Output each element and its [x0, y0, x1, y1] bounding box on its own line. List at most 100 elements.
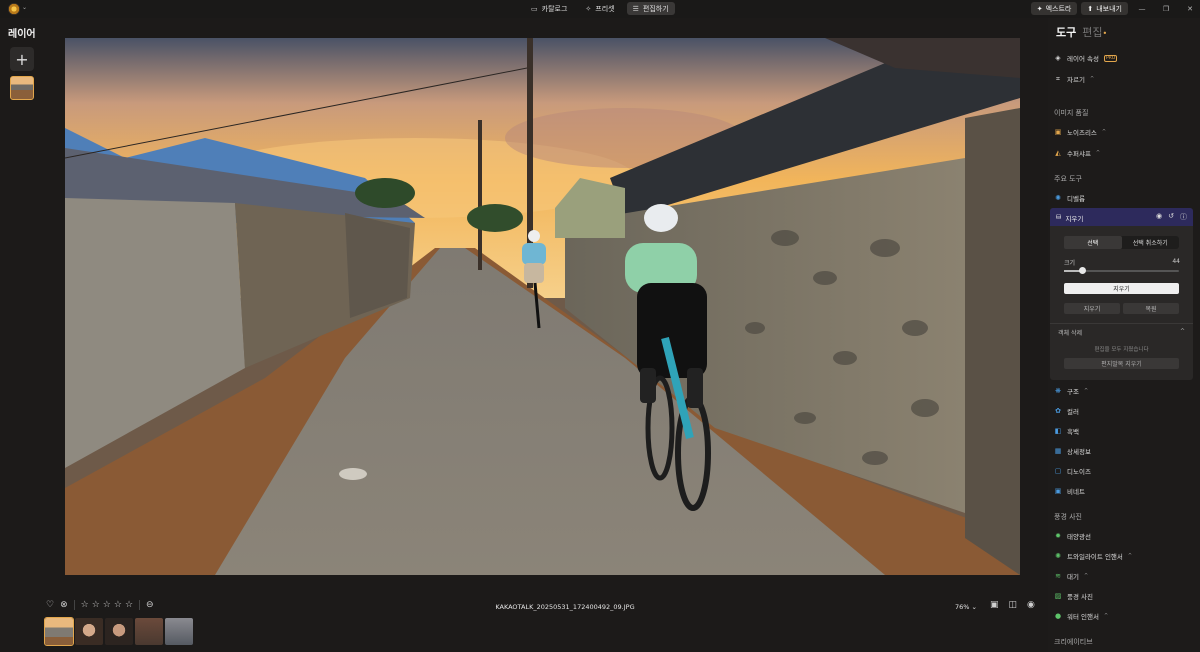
export-label: 내보내기 [1096, 4, 1122, 13]
eye-icon[interactable]: ◉ [1156, 212, 1162, 222]
add-layer-button[interactable]: + [10, 47, 34, 71]
tool-sunrays[interactable]: ✹ 태양광선 [1054, 531, 1091, 541]
export-button[interactable]: ⬆ 내보내기 [1081, 2, 1128, 15]
tool-vignette[interactable]: ▣ 비네트 [1054, 486, 1085, 496]
brush-size-value[interactable]: 44 [1168, 258, 1180, 265]
filmstrip-thumbnail[interactable] [165, 618, 193, 645]
noiseless-icon: ▣ [1054, 128, 1062, 136]
tool-crop[interactable]: ⌗ 자르기 ^ [1054, 74, 1094, 85]
erase-header[interactable]: ⛁ 지우기 ◉ ↺ ⓘ [1050, 208, 1193, 226]
tab-catalog[interactable]: ▭ 카탈로그 [525, 2, 573, 15]
tool-details[interactable]: ▦ 상세정보 [1054, 446, 1091, 456]
tool-landscape[interactable]: ▨ 풍경 사진 [1054, 591, 1093, 601]
edited-dot-icon: • [1102, 29, 1108, 38]
tool-supersharp[interactable]: ◭ 수퍼샤프 ^ [1054, 148, 1100, 158]
star-icon[interactable]: ☆ [81, 600, 89, 610]
brush-size-slider[interactable] [1064, 267, 1179, 274]
erase-tool-panel: ⛁ 지우기 ◉ ↺ ⓘ 선택 선택 취소하기 크기 44 지우기 지우기 복원 … [1050, 208, 1193, 380]
chevron-up-icon[interactable]: ^ [1180, 328, 1185, 335]
atmosphere-icon: ≋ [1055, 572, 1061, 580]
tool-label: 디벨롭 [1067, 195, 1085, 203]
chevron-icon: ^ [1103, 613, 1109, 619]
catalog-icon: ▭ [531, 4, 538, 13]
tab-edit[interactable]: ☰ 편집하기 [626, 2, 675, 15]
close-icon[interactable]: ✕ [1180, 5, 1200, 13]
brush-size-label: 크기 [1064, 260, 1076, 267]
erase-label: 지우기 [1065, 215, 1084, 223]
view-controls: ▣ ◫ ◉ [990, 600, 1035, 610]
tool-label: 수퍼샤프 [1067, 150, 1091, 158]
tool-color[interactable]: ✿ 컬러 [1054, 406, 1079, 416]
pro-badge: PRO [1103, 54, 1118, 62]
mode-tabs: ▭ 카탈로그 ✧ 프리셋 ☰ 편집하기 [525, 2, 675, 15]
info-icon[interactable]: ⓘ [1180, 212, 1187, 222]
clear-all-button[interactable]: 편지말목 지우기 [1064, 358, 1179, 369]
panel-tabs: 도구 편집• [1056, 24, 1107, 40]
filmstrip-thumbnail[interactable] [44, 617, 74, 646]
title-bar: ⌄ ▭ 카탈로그 ✧ 프리셋 ☰ 편집하기 ✦ 엑스트라 ⬆ 내보내기 — ❐ … [0, 0, 1200, 18]
star-icon[interactable]: ☆ [114, 600, 122, 610]
heart-icon[interactable]: ♡ [46, 600, 54, 610]
tool-label: 상세정보 [1067, 448, 1091, 456]
tool-develop[interactable]: ✺ 디벨롭 [1054, 193, 1085, 203]
tool-label: 워터 인핸서 [1067, 613, 1099, 621]
minus-circle-icon[interactable]: ⊖ [146, 600, 154, 610]
tab-presets[interactable]: ✧ 프리셋 [579, 2, 620, 15]
tool-label: 흑백 [1067, 428, 1079, 436]
restore-button[interactable]: 복원 [1123, 303, 1179, 314]
water-drop-icon: ● [1054, 612, 1062, 620]
maximize-icon[interactable]: ❐ [1156, 5, 1176, 13]
app-logo-icon[interactable] [8, 3, 20, 15]
photo-image [65, 38, 1020, 575]
color-icon: ✿ [1055, 407, 1061, 415]
erase-button[interactable]: 지우기 [1064, 283, 1179, 294]
slider-knob[interactable] [1078, 267, 1086, 274]
filmstrip-thumbnail[interactable] [75, 618, 103, 645]
tool-atmosphere[interactable]: ≋ 대기 ^ [1054, 571, 1088, 581]
tool-label: 컬러 [1067, 408, 1079, 416]
filmstrip-view-icon[interactable]: ▣ [990, 600, 999, 610]
eye-icon[interactable]: ◉ [1027, 600, 1035, 610]
select-mode-button[interactable]: 선택 [1064, 236, 1122, 249]
layer-thumbnail[interactable] [10, 76, 34, 100]
edit-icon: ☰ [632, 4, 639, 13]
minimize-icon[interactable]: — [1132, 5, 1152, 13]
extras-button[interactable]: ✦ 엑스트라 [1030, 2, 1078, 15]
tool-water[interactable]: ● 워터 인핸서 ^ [1054, 611, 1108, 621]
tool-denoise[interactable]: ▢ 디노이즈 [1054, 466, 1091, 476]
chevron-icon: ^ [1101, 129, 1107, 135]
filmstrip-thumbnail[interactable] [105, 618, 133, 645]
photo-canvas[interactable] [65, 38, 1020, 575]
compare-icon[interactable]: ◫ [1009, 600, 1018, 610]
reject-icon[interactable]: ⊗ [60, 600, 68, 610]
layers-title: 레이어 [8, 29, 36, 40]
tool-noiseless[interactable]: ▣ 노이즈리스 ^ [1054, 127, 1106, 137]
tool-label: 노이즈리스 [1067, 129, 1097, 137]
export-icon: ⬆ [1087, 4, 1094, 13]
tab-edits[interactable]: 편집• [1082, 24, 1107, 40]
layers-icon: ◈ [1055, 54, 1061, 62]
tool-label: 레이어 속성 [1067, 55, 1099, 63]
zoom-level[interactable]: 76% ⌄ [955, 603, 977, 611]
star-icon[interactable]: ☆ [103, 600, 111, 610]
denoise-icon: ▢ [1054, 467, 1062, 475]
star-icon[interactable]: ☆ [125, 600, 133, 610]
erase-brush-button[interactable]: 지우기 [1064, 303, 1120, 314]
tool-black-white[interactable]: ◧ 흑백 [1054, 426, 1079, 436]
chevron-down-icon[interactable]: ⌄ [22, 4, 27, 11]
tool-twilight[interactable]: ✺ 트와일라이트 인핸서 ^ [1054, 551, 1132, 561]
tab-edits-label: 편집 [1082, 26, 1103, 39]
section-creative: 크리에이티브 [1054, 638, 1093, 646]
chevron-icon: ^ [1127, 553, 1133, 559]
tool-label: 대기 [1067, 573, 1079, 581]
sunrays-icon: ✹ [1055, 532, 1061, 540]
star-icon[interactable]: ☆ [92, 600, 100, 610]
tool-structure[interactable]: ❋ 구조 ^ [1054, 386, 1088, 396]
tab-tools[interactable]: 도구 [1056, 24, 1076, 40]
bw-icon: ◧ [1054, 427, 1062, 435]
filmstrip-thumbnail[interactable] [135, 618, 163, 645]
tool-layer-properties[interactable]: ◈ 레이어 속성 PRO [1054, 53, 1118, 63]
deselect-mode-button[interactable]: 선택 취소하기 [1122, 236, 1180, 249]
presets-icon: ✧ [585, 4, 592, 13]
undo-icon[interactable]: ↺ [1168, 212, 1174, 222]
